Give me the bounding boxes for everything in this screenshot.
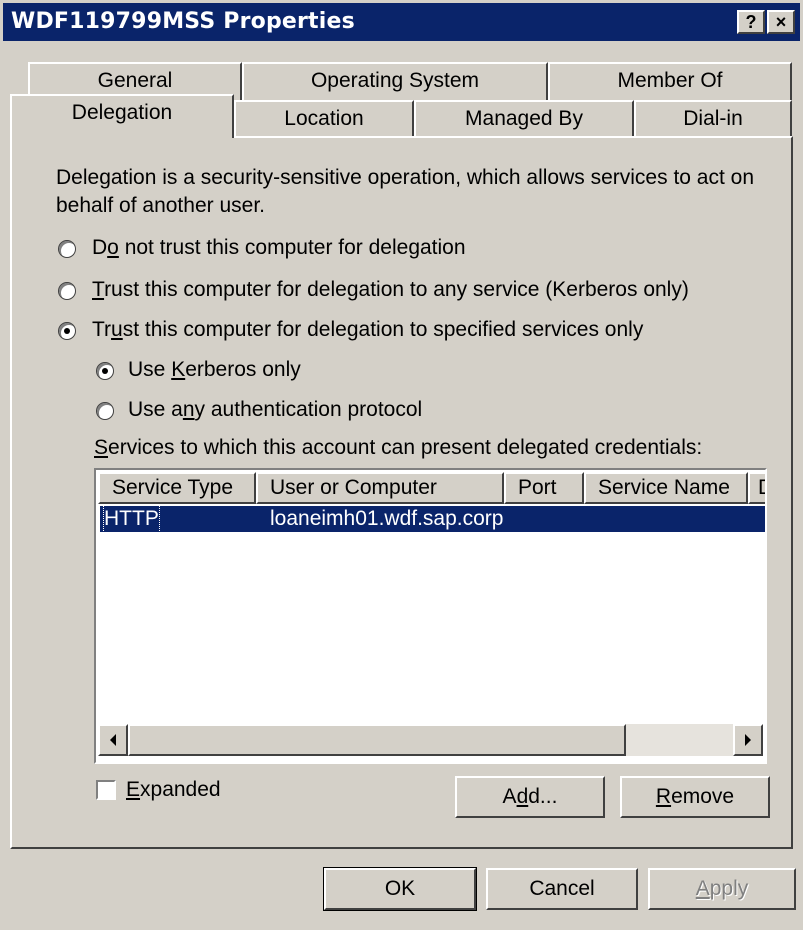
- tab-label: Managed By: [465, 107, 583, 130]
- horizontal-scrollbar[interactable]: [98, 724, 763, 756]
- cell-user-or-computer: loaneimh01.wdf.sap.corp: [270, 507, 504, 530]
- expanded-checkbox[interactable]: [96, 780, 116, 800]
- close-icon: ×: [775, 12, 787, 32]
- tab-member-of[interactable]: Member Of: [548, 62, 792, 100]
- radio-button[interactable]: [58, 322, 76, 340]
- cell-service-type: HTTP: [103, 505, 160, 533]
- column-header-user-or-computer[interactable]: User or Computer: [256, 472, 504, 504]
- help-icon: ?: [745, 12, 757, 32]
- ok-button[interactable]: OK: [323, 867, 477, 911]
- tab-delegation[interactable]: Delegation: [10, 94, 234, 138]
- tab-label: Location: [284, 107, 364, 130]
- radio-label: Trust this computer for delegation to an…: [92, 278, 689, 301]
- table-row[interactable]: HTTP loaneimh01.wdf.sap.corp: [100, 505, 765, 533]
- scroll-right-button[interactable]: [733, 724, 763, 756]
- cancel-button[interactable]: Cancel: [486, 868, 638, 910]
- radio-label: Use Kerberos only: [128, 358, 301, 381]
- tab-operating-system[interactable]: Operating System: [242, 62, 548, 100]
- window-title: WDF119799MSS Properties: [11, 9, 355, 34]
- apply-button[interactable]: Apply: [648, 868, 796, 910]
- tab-label: Dial-in: [683, 107, 743, 130]
- column-header-d[interactable]: D: [748, 472, 765, 504]
- radio-label: Use any authentication protocol: [128, 398, 423, 421]
- scroll-left-button[interactable]: [98, 724, 128, 756]
- tab-label: Member Of: [617, 69, 723, 92]
- scroll-thumb[interactable]: [128, 724, 626, 756]
- add-button[interactable]: Add...: [455, 776, 605, 818]
- close-button[interactable]: ×: [767, 10, 795, 34]
- column-header-service-name[interactable]: Service Name: [584, 472, 748, 504]
- help-button[interactable]: ?: [737, 10, 765, 34]
- services-list[interactable]: Service Type User or Computer Port Servi…: [94, 468, 767, 764]
- tab-label: Delegation: [71, 101, 173, 124]
- tab-label: General: [97, 69, 173, 92]
- title-bar[interactable]: WDF119799MSS Properties ? ×: [3, 3, 800, 41]
- column-header-service-type[interactable]: Service Type: [98, 472, 256, 504]
- arrow-left-icon: [110, 734, 116, 746]
- expanded-label: Expanded: [126, 778, 221, 801]
- tab-dial-in[interactable]: Dial-in: [634, 100, 792, 138]
- radio-label: Do not trust this computer for delegatio…: [92, 236, 466, 259]
- radio-button[interactable]: [58, 240, 76, 258]
- radio-label: Trust this computer for delegation to sp…: [92, 318, 644, 341]
- radio-button[interactable]: [96, 362, 114, 380]
- description-text: Delegation is a security-sensitive opera…: [56, 166, 754, 217]
- radio-button[interactable]: [96, 402, 114, 420]
- tab-label: Operating System: [310, 69, 480, 92]
- services-label: Services to which this account can prese…: [94, 436, 703, 459]
- arrow-right-icon: [745, 734, 751, 746]
- tab-location[interactable]: Location: [234, 100, 414, 138]
- tab-managed-by[interactable]: Managed By: [414, 100, 634, 138]
- column-header-port[interactable]: Port: [504, 472, 584, 504]
- radio-button[interactable]: [58, 282, 76, 300]
- properties-dialog: WDF119799MSS Properties ? × General Oper…: [0, 0, 803, 930]
- remove-button[interactable]: Remove: [620, 776, 770, 818]
